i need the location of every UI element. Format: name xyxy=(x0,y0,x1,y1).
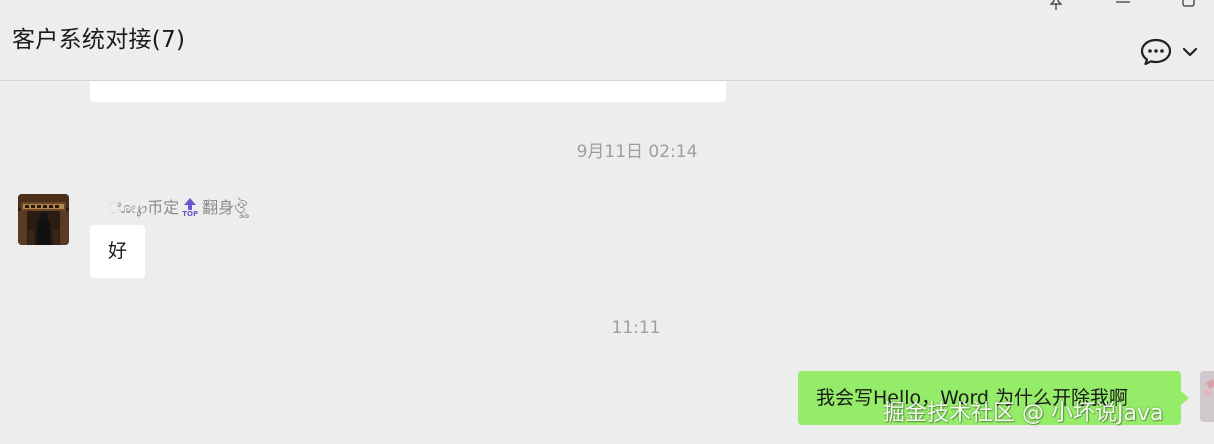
chevron-down-icon xyxy=(1182,47,1198,57)
watermark: 掘金技术社区 @ 小坏说Java xyxy=(883,401,1164,426)
my-avatar[interactable] xyxy=(1200,371,1214,422)
sender-name-prefix: ೋ℘币定 xyxy=(108,198,180,217)
more-options-button[interactable] xyxy=(1182,46,1198,58)
chat-bubble-icon xyxy=(1140,38,1172,66)
avatar-image xyxy=(1200,371,1214,422)
minimize-icon[interactable] xyxy=(1115,0,1131,10)
incoming-message-bubble[interactable]: 好 xyxy=(90,225,146,278)
chat-title: 客户系统对接(7) xyxy=(12,27,186,53)
header-actions xyxy=(1140,36,1198,68)
sender-name-suffix: 翻身ঔৣ xyxy=(202,198,248,217)
up-arrow-icon xyxy=(184,198,197,205)
top-badge-text: TOP xyxy=(182,210,199,218)
maximize-icon[interactable] xyxy=(1181,0,1197,10)
pin-icon[interactable] xyxy=(1048,0,1064,10)
previous-message-bubble[interactable] xyxy=(90,81,726,102)
message-timestamp: 9月11日 02:14 xyxy=(576,142,698,162)
chat-header: 客户系统对接(7) xyxy=(0,0,1214,81)
avatar-image xyxy=(18,194,69,245)
sender-name: ೋ℘币定 TOP 翻身ঔৣ xyxy=(108,198,247,218)
message-list[interactable]: 9月11日 02:14 ೋ℘币定 TOP 翻身ঔৣ 好 11:11 我会写Hel… xyxy=(0,81,1214,444)
message-timestamp: 11:11 xyxy=(611,318,661,338)
sender-avatar[interactable] xyxy=(18,194,69,245)
chat-info-button[interactable] xyxy=(1140,38,1172,66)
top-badge: TOP xyxy=(182,198,198,218)
